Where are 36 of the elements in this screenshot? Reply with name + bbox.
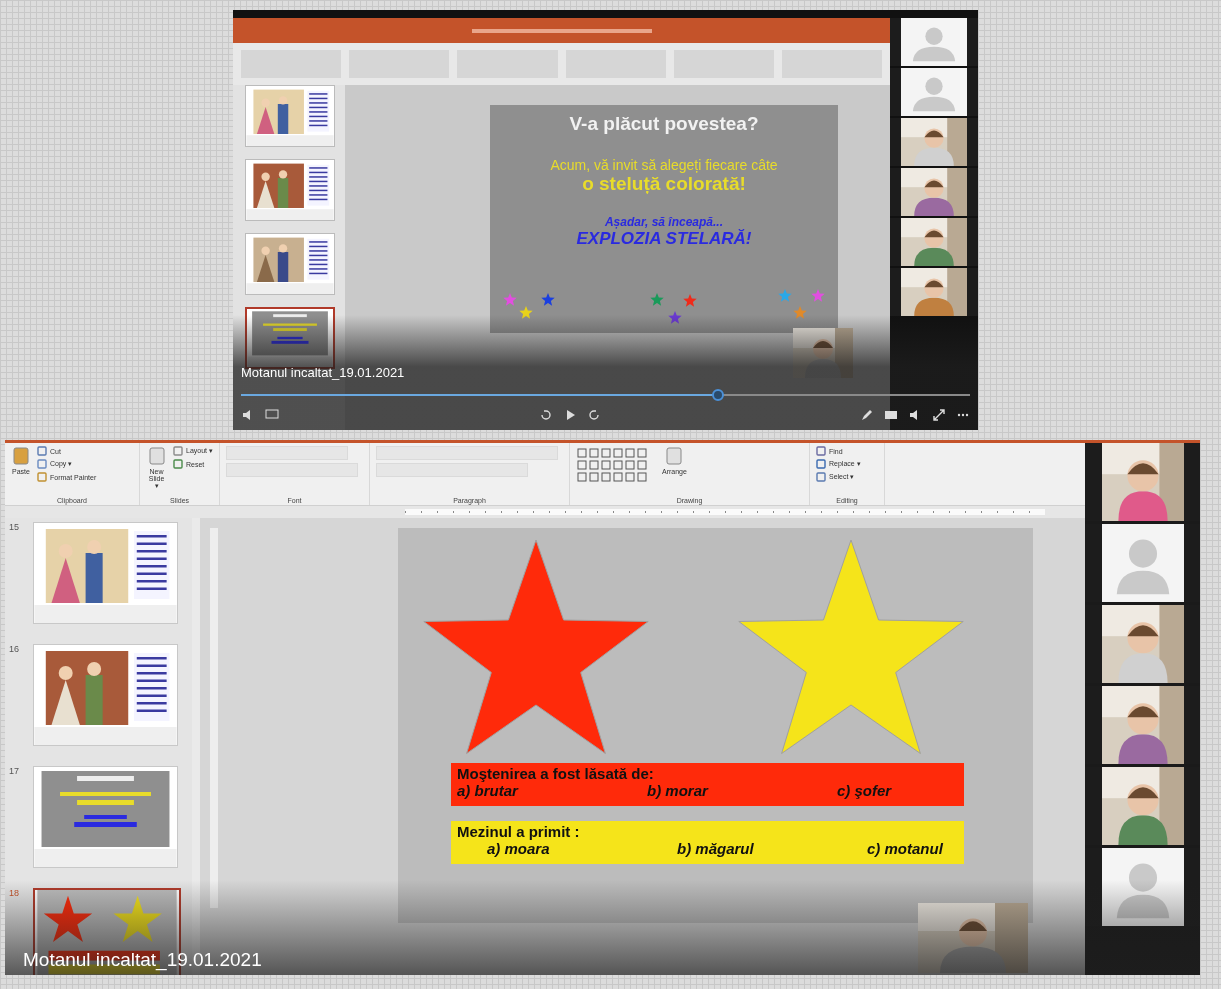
answer-option: b) măgarul — [677, 840, 867, 857]
video-caption: Motanul incaltat_19.01.2021 — [23, 949, 262, 971]
fullscreen-icon[interactable] — [932, 408, 946, 422]
video-caption: Motanul incaltat_19.01.2021 — [241, 365, 406, 380]
avatar-icon — [1101, 848, 1184, 926]
avatar-icon — [901, 68, 967, 116]
forward-icon[interactable] — [586, 408, 601, 422]
slide-heading: EXPLOZIA STELARĂ! — [576, 229, 752, 249]
avatar-icon — [1101, 524, 1184, 602]
slide-thumbnail[interactable] — [33, 766, 178, 868]
slide-thumbnail[interactable] — [245, 85, 335, 147]
slide-thumbnail[interactable] — [33, 644, 178, 746]
slide-text: Acum, vă invit să alegeți fiecare câte — [550, 157, 778, 173]
rewind-icon[interactable] — [538, 408, 553, 422]
slide-thumbnail[interactable] — [245, 233, 335, 295]
slide-thumbnail[interactable] — [245, 307, 335, 369]
answer-option: c) şofer — [837, 782, 957, 799]
slide-number: 16 — [9, 644, 20, 656]
slide-number: 15 — [9, 522, 20, 534]
chat-icon[interactable] — [265, 408, 279, 422]
captions-icon[interactable] — [884, 408, 898, 422]
avatar-icon — [901, 18, 967, 66]
slide-thumbnail[interactable] — [245, 159, 335, 221]
slide-text: Așadar, să înceapă... — [604, 215, 724, 229]
slide-thumbnail[interactable] — [33, 522, 178, 624]
slide-title: V-a plăcut povestea? — [569, 113, 759, 135]
question-text: Moştenirea a fost lăsată de: — [457, 765, 655, 782]
answer-option: c) motanul — [867, 840, 987, 857]
slide-number: 17 — [9, 766, 20, 778]
answer-option: a) moara — [487, 840, 677, 857]
pen-icon[interactable] — [860, 408, 874, 422]
slide-number: 18 — [9, 888, 20, 900]
question-text: Mezinul a primit : — [457, 823, 581, 840]
answer-option: b) morar — [647, 782, 837, 799]
slide-text: o steluță colorată! — [582, 173, 746, 195]
answer-option: a) brutar — [457, 782, 647, 799]
